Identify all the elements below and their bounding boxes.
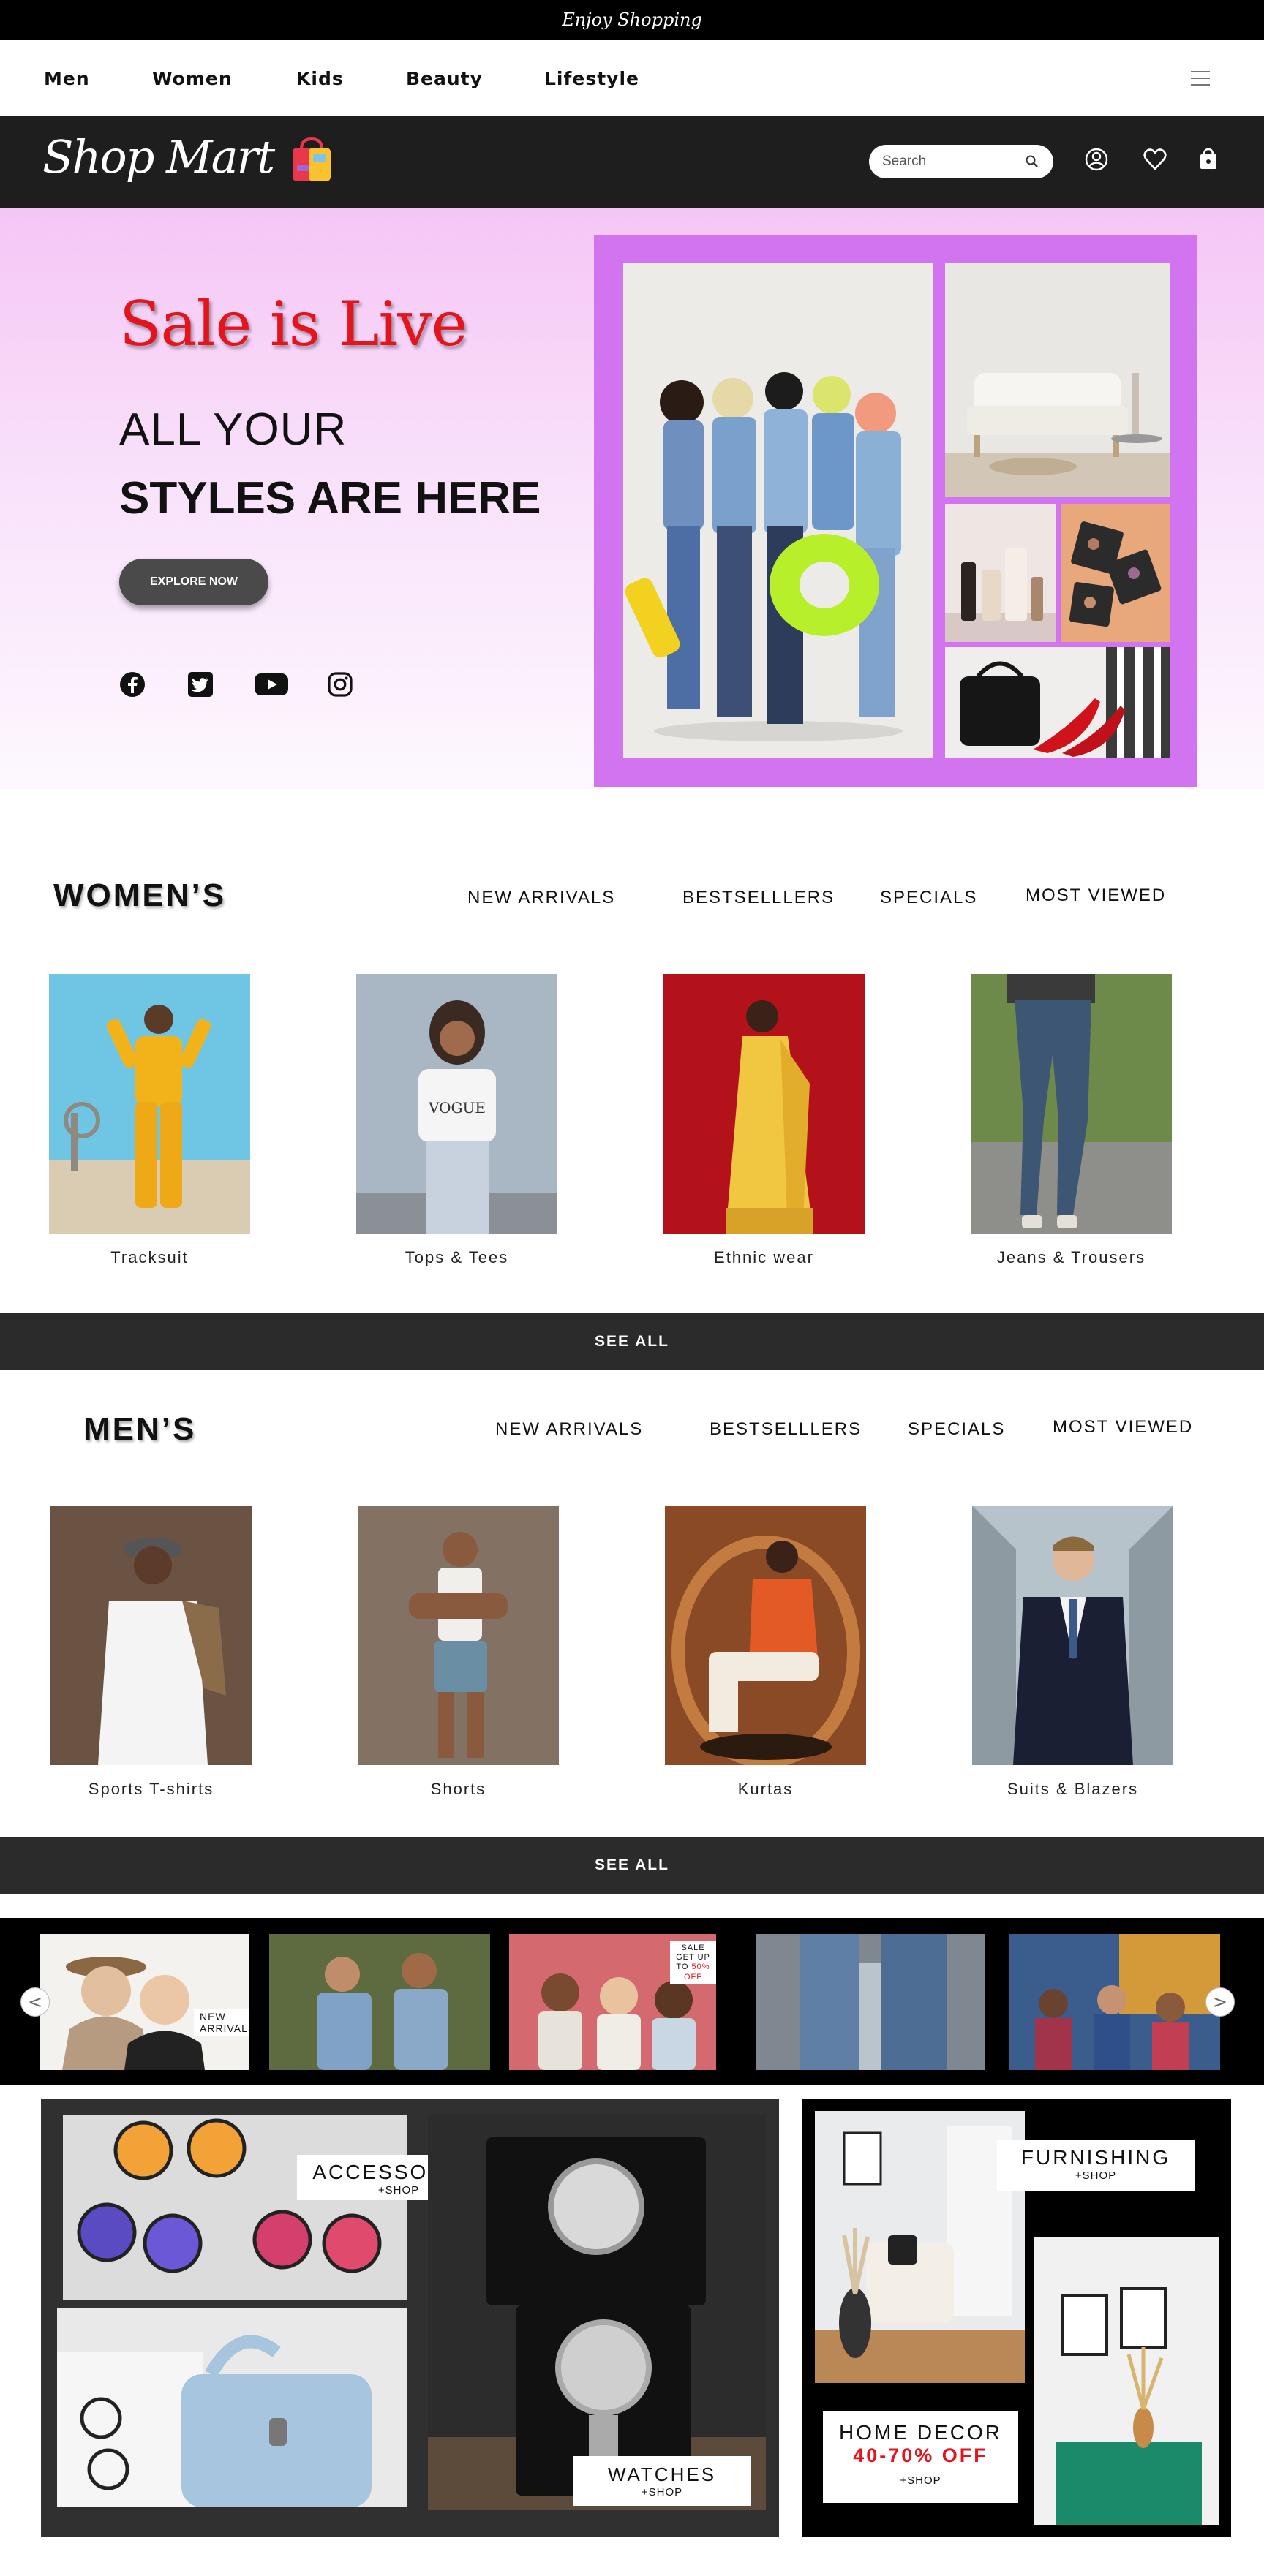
womens-tab-new-arrivals[interactable]: NEW ARRIVALS	[467, 888, 615, 908]
home-decor-photo[interactable]	[1034, 2237, 1219, 2525]
product-label-tracksuit[interactable]: Tracksuit	[49, 1248, 250, 1267]
carousel-next-button[interactable]: >	[1205, 1987, 1235, 2017]
search-icon[interactable]	[1024, 154, 1040, 170]
carousel-prev-button[interactable]: <	[20, 1987, 50, 2017]
mens-tab-specials[interactable]: SPECIALS	[908, 1419, 1005, 1440]
brand-logo-text[interactable]: Shop Mart	[42, 130, 275, 184]
watches-title: WATCHES	[607, 2463, 717, 2485]
carousel-slide-2[interactable]	[269, 1934, 490, 2070]
furnishing-title: FURNISHING	[1020, 2146, 1171, 2169]
youtube-icon[interactable]	[254, 670, 289, 699]
furnishing-label[interactable]: FURNISHING +SHOP	[997, 2140, 1195, 2191]
product-image-suits-blazers[interactable]	[972, 1506, 1173, 1765]
carousel-slide-5[interactable]	[1009, 1934, 1220, 2070]
main-nav: Men Women Kids Beauty Lifestyle	[0, 40, 1264, 116]
mens-tab-new-arrivals[interactable]: NEW ARRIVALS	[495, 1419, 643, 1440]
wishlist-heart-icon[interactable]	[1140, 145, 1170, 174]
mens-section-title: MEN’S	[83, 1411, 197, 1447]
product-label-jeans-trousers[interactable]: Jeans & Trousers	[971, 1248, 1172, 1267]
watches-shop-link[interactable]: +SHOP	[573, 2486, 750, 2498]
bag-heels-photo	[945, 647, 1170, 758]
hero-headline-2: STYLES ARE HERE	[119, 473, 541, 524]
bag-glasses-photo[interactable]	[57, 2308, 407, 2507]
nav-link-men[interactable]: Men	[44, 68, 90, 89]
home-furnishing-promo: FURNISHING +SHOP HOME DECOR 40-70% OFF +…	[802, 2099, 1231, 2537]
product-image-tops-tees[interactable]: VOGUE	[356, 974, 557, 1234]
account-icon[interactable]	[1082, 145, 1111, 174]
sunglasses-photo[interactable]	[63, 2115, 407, 2300]
tagline: Enjoy Shopping	[562, 10, 702, 30]
product-image-sports-tshirts[interactable]	[50, 1506, 252, 1765]
product-image-shorts[interactable]	[358, 1506, 559, 1765]
product-image-ethnic-wear[interactable]	[663, 974, 865, 1234]
carousel-slide-1[interactable]: NEW ARRIVALS	[40, 1934, 249, 2070]
womens-tab-most-viewed[interactable]: MOST VIEWED	[1026, 885, 1166, 906]
sale-tag: SALE GET UP TO 50% OFF	[670, 1941, 716, 1984]
womens-section-title: WOMEN’S	[53, 877, 227, 913]
product-label-suits-blazers[interactable]: Suits & Blazers	[972, 1780, 1173, 1799]
mens-see-all-button[interactable]: SEE ALL	[0, 1837, 1264, 1894]
sale-tag-label: SALE	[681, 1944, 705, 1952]
mens-tab-most-viewed[interactable]: MOST VIEWED	[1053, 1417, 1193, 1438]
home-decor-shop-link[interactable]: +SHOP	[823, 2474, 1018, 2487]
top-announcement-bar: Enjoy Shopping	[0, 0, 1264, 40]
carousel-slide-4[interactable]	[756, 1934, 985, 2070]
new-arrivals-tag: NEW ARRIVALS	[194, 2009, 249, 2036]
instagram-icon[interactable]	[327, 670, 353, 699]
mens-tab-bestsellers[interactable]: BESTSELLLERS	[710, 1419, 862, 1440]
promo-carousel: NEW ARRIVALS SALE GET UP TO 50% OFF	[0, 1918, 1264, 2085]
home-decor-discount: 40-70% OFF	[853, 2444, 988, 2466]
watches-label[interactable]: WATCHES +SHOP	[573, 2456, 750, 2506]
cart-bag-icon[interactable]	[1194, 145, 1223, 174]
explore-now-button[interactable]: EXPLORE NOW	[119, 559, 268, 605]
product-label-sports-tshirts[interactable]: Sports T-shirts	[50, 1780, 252, 1799]
home-decor-title: HOME DECOR	[839, 2421, 1002, 2444]
living-room-photo[interactable]	[815, 2111, 1025, 2383]
hero-collage	[594, 235, 1197, 787]
product-label-shorts[interactable]: Shorts	[358, 1780, 559, 1799]
hero-sale-title: Sale is Live	[119, 288, 467, 360]
product-label-kurtas[interactable]: Kurtas	[665, 1780, 866, 1799]
nav-link-lifestyle[interactable]: Lifestyle	[544, 68, 639, 89]
womens-see-all-button[interactable]: SEE ALL	[0, 1313, 1264, 1370]
sofa-photo	[945, 263, 1170, 497]
product-image-tracksuit[interactable]	[49, 974, 250, 1234]
nav-link-beauty[interactable]: Beauty	[406, 68, 483, 89]
svg-text:VOGUE: VOGUE	[428, 1099, 486, 1117]
nav-link-kids[interactable]: Kids	[296, 68, 344, 89]
eyeshadow-photo	[1061, 504, 1170, 642]
hamburger-menu-icon[interactable]	[1191, 71, 1210, 86]
sale-tag-percent: 50% OFF	[684, 1963, 710, 1982]
facebook-icon[interactable]	[119, 670, 146, 699]
womens-tab-specials[interactable]: SPECIALS	[880, 888, 977, 908]
hero-group-photo	[623, 263, 933, 758]
hero-headline-1: ALL YOUR	[119, 404, 347, 455]
accessories-watches-promo: ACCESSORIES +SHOP WATCHES +SHOP	[41, 2099, 779, 2537]
shopping-bag-logo-icon	[293, 137, 331, 181]
product-image-jeans-trousers[interactable]	[971, 974, 1172, 1234]
nav-link-women[interactable]: Women	[152, 68, 233, 89]
watches-photo[interactable]	[428, 2115, 766, 2510]
womens-tab-bestsellers[interactable]: BESTSELLLERS	[682, 888, 835, 908]
furnishing-shop-link[interactable]: +SHOP	[997, 2169, 1195, 2182]
brand-header: Shop Mart	[0, 116, 1264, 208]
product-label-tops-tees[interactable]: Tops & Tees	[356, 1248, 557, 1267]
home-decor-label[interactable]: HOME DECOR 40-70% OFF +SHOP	[823, 2411, 1018, 2503]
hero-banner: Sale is Live ALL YOUR STYLES ARE HERE EX…	[0, 208, 1264, 789]
twitter-icon[interactable]	[187, 670, 214, 699]
carousel-slide-3[interactable]: SALE GET UP TO 50% OFF	[509, 1934, 716, 2070]
product-image-kurtas[interactable]	[665, 1506, 866, 1765]
cosmetics-photo	[945, 504, 1056, 642]
product-label-ethnic-wear[interactable]: Ethnic wear	[663, 1248, 865, 1267]
